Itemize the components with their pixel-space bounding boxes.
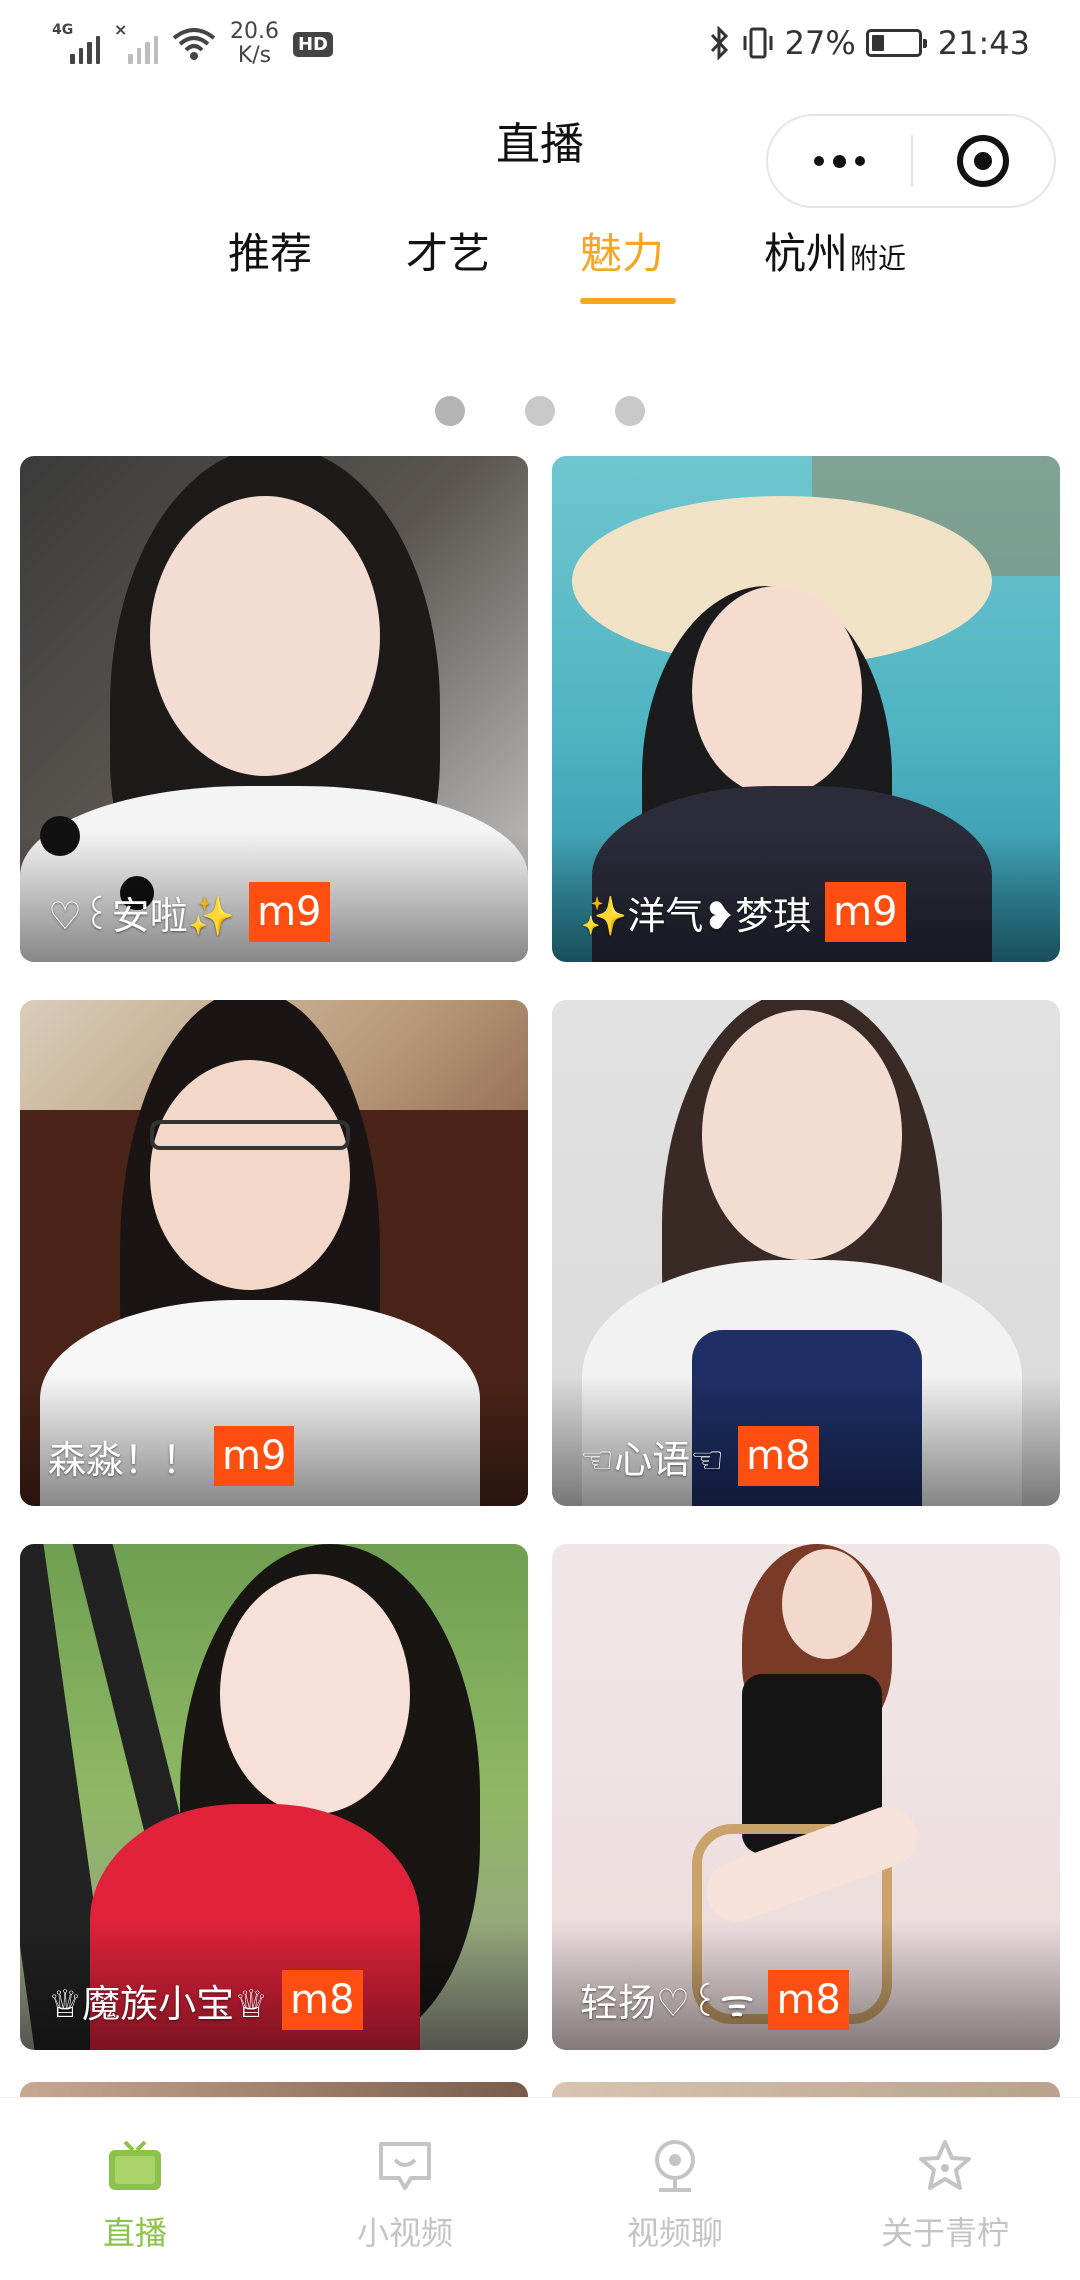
star-icon bbox=[919, 2140, 971, 2190]
banner-pager bbox=[0, 396, 1080, 426]
level-badge: m9 bbox=[214, 1426, 295, 1486]
tab-recommend[interactable]: 推荐 bbox=[228, 220, 312, 281]
bluetooth-icon bbox=[710, 26, 728, 60]
tv-icon bbox=[109, 2140, 161, 2190]
tab-label: 杭州 bbox=[764, 229, 849, 278]
cellular-signal-2-icon: × bbox=[114, 20, 158, 64]
bottom-tab-bar: 直播 小视频 视频聊 关于青柠 bbox=[0, 2098, 1080, 2280]
live-room-card[interactable]: ☜心语☜ m8 bbox=[552, 1000, 1060, 1506]
network-type-label: 4G bbox=[52, 22, 74, 38]
tab-label: 推荐 bbox=[228, 229, 313, 278]
category-tabs: 推荐 才艺 魅力 杭州附近 bbox=[0, 210, 1080, 310]
streamer-name: ♡꒰安啦✨ bbox=[48, 893, 236, 938]
battery-icon bbox=[865, 29, 927, 57]
mini-program-capsule bbox=[766, 114, 1056, 208]
tab-talent[interactable]: 才艺 bbox=[406, 220, 490, 281]
level-badge: m8 bbox=[282, 1970, 363, 2030]
live-room-card[interactable]: ♡꒰安啦✨ m9 bbox=[20, 456, 528, 962]
nav-label: 关于青柠 bbox=[880, 2214, 1009, 2252]
tab-label: 魅力 bbox=[580, 229, 665, 278]
streamer-name: 森淼！！ bbox=[48, 1437, 201, 1482]
streamer-name: 轻扬♡꒰ᯤ bbox=[580, 1981, 755, 2025]
target-circle-icon[interactable] bbox=[913, 116, 1054, 206]
nav-label: 小视频 bbox=[356, 2214, 453, 2252]
streamer-name: ☜心语☜ bbox=[580, 1437, 725, 1482]
network-speed-unit: K/s bbox=[237, 43, 272, 68]
cellular-signal-icon: 4G bbox=[52, 22, 100, 64]
wifi-icon bbox=[172, 28, 216, 60]
nav-label: 视频聊 bbox=[626, 2214, 723, 2252]
chat-bubble-icon bbox=[379, 2142, 431, 2190]
vibrate-icon bbox=[743, 27, 773, 59]
streamer-name: ✨洋气❥梦琪 bbox=[580, 893, 812, 938]
tab-hangzhou-nearby[interactable]: 杭州附近 bbox=[764, 220, 906, 281]
live-room-card[interactable]: 森淼！！ m9 bbox=[20, 1000, 528, 1506]
pager-dot[interactable] bbox=[435, 396, 465, 426]
nav-item-live[interactable]: 直播 bbox=[0, 2098, 270, 2280]
level-badge: m8 bbox=[738, 1426, 819, 1486]
active-tab-indicator bbox=[580, 298, 676, 304]
live-room-card[interactable]: 轻扬♡꒰ᯤ m8 bbox=[552, 1544, 1060, 2050]
streamer-name: ♕魔族小宝♕ bbox=[48, 1981, 269, 2026]
pager-dot[interactable] bbox=[525, 396, 555, 426]
nav-label: 直播 bbox=[102, 2214, 167, 2252]
level-badge: m9 bbox=[825, 882, 906, 942]
tab-sub-label: 附近 bbox=[850, 242, 907, 275]
tab-charm[interactable]: 魅力 bbox=[580, 220, 664, 281]
webcam-icon bbox=[655, 2140, 695, 2192]
screen: 4G × 20.6 K/s HD 27% 21:43 直播 推荐 才艺 魅力 杭… bbox=[0, 0, 1080, 2280]
tab-label: 才艺 bbox=[406, 229, 491, 278]
battery-percent: 27% bbox=[784, 24, 856, 62]
live-room-card[interactable]: ♕魔族小宝♕ m8 bbox=[20, 1544, 528, 2050]
level-badge: m8 bbox=[768, 1970, 849, 2030]
nav-item-about[interactable]: 关于青柠 bbox=[810, 2098, 1080, 2280]
clock: 21:43 bbox=[937, 24, 1030, 62]
hd-badge: HD bbox=[292, 31, 333, 57]
nav-item-video-chat[interactable]: 视频聊 bbox=[540, 2098, 810, 2280]
live-room-card[interactable]: ✨洋气❥梦琪 m9 bbox=[552, 456, 1060, 962]
network-speed: 20.6 K/s bbox=[230, 20, 279, 68]
title-bar: 直播 bbox=[0, 90, 1080, 208]
status-bar: 4G × 20.6 K/s HD 27% 21:43 bbox=[0, 0, 1080, 90]
network-speed-value: 20.6 bbox=[230, 19, 279, 44]
pager-dot[interactable] bbox=[615, 396, 645, 426]
nav-item-short-video[interactable]: 小视频 bbox=[270, 2098, 540, 2280]
more-dots-icon[interactable] bbox=[768, 116, 911, 206]
level-badge: m9 bbox=[249, 882, 330, 942]
